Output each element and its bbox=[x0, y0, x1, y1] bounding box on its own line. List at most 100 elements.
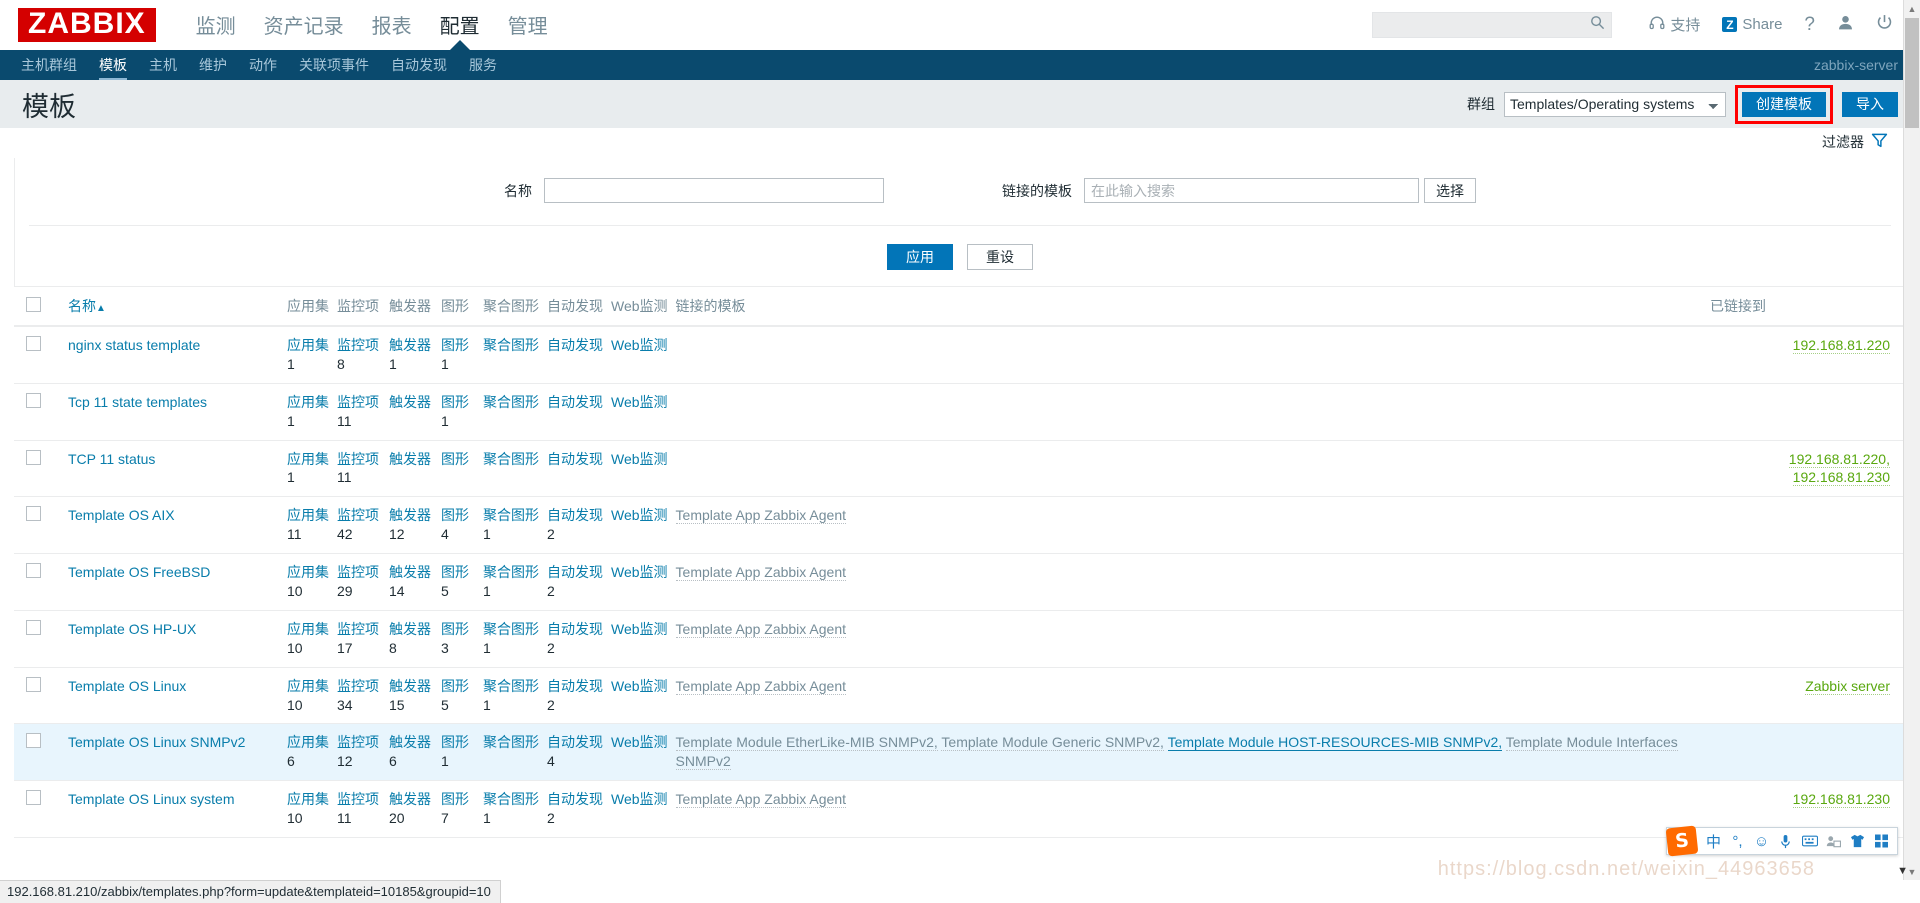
screens-link[interactable]: 聚合图形 bbox=[483, 337, 539, 353]
scroll-up-arrow-icon[interactable]: ▲ bbox=[1904, 0, 1920, 17]
subnav-item-services[interactable]: 服务 bbox=[458, 50, 508, 80]
triggers-link[interactable]: 触发器 bbox=[389, 507, 431, 523]
subnav-item-templates[interactable]: 模板 bbox=[88, 50, 138, 80]
create-template-button[interactable]: 创建模板 bbox=[1742, 91, 1826, 117]
template-name-link[interactable]: Template OS FreeBSD bbox=[68, 564, 210, 580]
items-link[interactable]: 监控项 bbox=[337, 791, 379, 807]
linked-to-host-link[interactable]: 192.168.81.220 bbox=[1792, 337, 1890, 354]
zabbix-logo[interactable]: ZABBIX bbox=[18, 7, 156, 42]
table-row[interactable]: Template OS FreeBSD 应用集 10 监控项 29 触发器 14 图形 … bbox=[14, 553, 1906, 611]
page-scrollbar[interactable]: ▲ ▼ bbox=[1903, 0, 1920, 880]
screens-link[interactable]: 聚合图形 bbox=[483, 564, 539, 580]
linked-template-link[interactable]: Template App Zabbix Agent bbox=[675, 507, 846, 525]
main-menu-item-administration[interactable]: 管理 bbox=[494, 0, 562, 50]
row-checkbox[interactable] bbox=[26, 676, 41, 692]
ime-mode-toggle[interactable]: 中 bbox=[1703, 827, 1724, 855]
apply-button[interactable]: 应用 bbox=[887, 244, 953, 270]
table-row[interactable]: Template OS HP-UX 应用集 10 监控项 17 触发器 8 图形 3 聚合… bbox=[14, 610, 1906, 668]
search-input[interactable] bbox=[1379, 15, 1591, 34]
linked-to-host-link[interactable]: 192.168.81.220, bbox=[1788, 450, 1890, 468]
linked-template-link[interactable]: Template App Zabbix Agent bbox=[675, 620, 846, 638]
main-menu-item-inventory[interactable]: 资产记录 bbox=[250, 0, 358, 50]
import-button[interactable]: 导入 bbox=[1842, 91, 1898, 117]
template-name-link[interactable]: TCP 11 status bbox=[68, 451, 155, 467]
graphs-link[interactable]: 图形 bbox=[441, 791, 469, 807]
reset-button[interactable]: 重设 bbox=[967, 244, 1033, 270]
subnav-item-actions[interactable]: 动作 bbox=[238, 50, 288, 80]
screens-link[interactable]: 聚合图形 bbox=[483, 678, 539, 694]
subnav-item-correlation[interactable]: 关联项事件 bbox=[288, 50, 380, 80]
triggers-link[interactable]: 触发器 bbox=[389, 564, 431, 580]
linked-to-host-link[interactable]: 192.168.81.230 bbox=[1792, 791, 1890, 809]
discovery-link[interactable]: 自动发现 bbox=[547, 337, 603, 353]
logout-button[interactable] bbox=[1865, 10, 1904, 40]
applications-link[interactable]: 应用集 bbox=[287, 394, 329, 410]
subnav-item-host-groups[interactable]: 主机群组 bbox=[10, 50, 88, 80]
graphs-link[interactable]: 图形 bbox=[441, 564, 469, 580]
web-link[interactable]: Web监测 bbox=[611, 621, 668, 637]
linked-to-host-link[interactable]: 192.168.81.230 bbox=[1792, 469, 1890, 487]
sogou-logo-icon[interactable]: S bbox=[1665, 825, 1699, 857]
row-checkbox[interactable] bbox=[26, 336, 41, 351]
items-link[interactable]: 监控项 bbox=[337, 507, 379, 523]
applications-link[interactable]: 应用集 bbox=[287, 564, 329, 580]
screens-link[interactable]: 聚合图形 bbox=[483, 394, 539, 410]
table-row[interactable]: Tcp 11 state templates 应用集 1 监控项 11 触发器 图形 1… bbox=[14, 383, 1906, 441]
table-row[interactable]: nginx status template 应用集 1 监控项 8 触发器 1 图形 1… bbox=[14, 326, 1906, 384]
applications-link[interactable]: 应用集 bbox=[287, 507, 329, 523]
discovery-link[interactable]: 自动发现 bbox=[547, 678, 603, 694]
user-card-icon[interactable] bbox=[1823, 827, 1844, 855]
select-all-checkbox[interactable] bbox=[26, 297, 41, 312]
graphs-link[interactable]: 图形 bbox=[441, 451, 469, 467]
table-row[interactable]: Template OS Linux system 应用集 10 监控项 11 触发器 … bbox=[14, 780, 1906, 839]
linked-template-link[interactable]: Template Module EtherLike-MIB SNMPv2, bbox=[675, 734, 938, 752]
filter-tab[interactable]: 过滤器 bbox=[1808, 128, 1898, 156]
keyboard-icon[interactable] bbox=[1799, 827, 1820, 855]
web-link[interactable]: Web监测 bbox=[611, 564, 668, 580]
web-link[interactable]: Web监测 bbox=[611, 791, 668, 807]
discovery-link[interactable]: 自动发现 bbox=[547, 394, 603, 410]
discovery-link[interactable]: 自动发现 bbox=[547, 564, 603, 580]
triggers-link[interactable]: 触发器 bbox=[389, 337, 431, 353]
main-menu-item-configuration[interactable]: 配置 bbox=[426, 0, 494, 51]
items-link[interactable]: 监控项 bbox=[337, 734, 379, 750]
triggers-link[interactable]: 触发器 bbox=[389, 791, 431, 807]
linked-to-host-link[interactable]: Zabbix server bbox=[1805, 677, 1890, 695]
items-link[interactable]: 监控项 bbox=[337, 451, 379, 467]
items-link[interactable]: 监控项 bbox=[337, 394, 379, 410]
share-button[interactable]: Z Share bbox=[1711, 10, 1793, 40]
smiley-icon[interactable]: ☺ bbox=[1751, 827, 1772, 855]
group-select[interactable]: Templates/Operating systems bbox=[1504, 91, 1726, 117]
template-name-link[interactable]: Template OS AIX bbox=[68, 507, 175, 523]
row-checkbox[interactable] bbox=[26, 563, 41, 579]
screens-link[interactable]: 聚合图形 bbox=[483, 451, 539, 467]
table-row[interactable]: TCP 11 status 应用集 1 监控项 11 触发器 图形 聚合图形 自动发现 Web… bbox=[14, 440, 1906, 498]
toolbox-icon[interactable] bbox=[1871, 827, 1892, 855]
template-name-link[interactable]: Template OS Linux system bbox=[68, 791, 235, 807]
applications-link[interactable]: 应用集 bbox=[287, 621, 329, 637]
table-row[interactable]: Template OS AIX 应用集 11 监控项 42 触发器 12 图形 4 聚合图… bbox=[14, 496, 1906, 555]
graphs-link[interactable]: 图形 bbox=[441, 678, 469, 694]
screens-link[interactable]: 聚合图形 bbox=[483, 621, 539, 637]
screens-link[interactable]: 聚合图形 bbox=[483, 791, 539, 807]
screens-link[interactable]: 聚合图形 bbox=[483, 507, 539, 523]
triggers-link[interactable]: 触发器 bbox=[389, 451, 431, 467]
subnav-item-maintenance[interactable]: 维护 bbox=[188, 50, 238, 80]
template-name-link[interactable]: Template OS HP-UX bbox=[68, 621, 196, 637]
web-link[interactable]: Web监测 bbox=[611, 394, 668, 410]
graphs-link[interactable]: 图形 bbox=[441, 734, 469, 750]
web-link[interactable]: Web监测 bbox=[611, 337, 668, 353]
template-name-link[interactable]: nginx status template bbox=[68, 337, 200, 353]
triggers-link[interactable]: 触发器 bbox=[389, 394, 431, 410]
applications-link[interactable]: 应用集 bbox=[287, 678, 329, 694]
applications-link[interactable]: 应用集 bbox=[287, 451, 329, 467]
table-row[interactable]: Template OS Linux 应用集 10 监控项 34 触发器 15 图形 5聚… bbox=[14, 667, 1906, 725]
linked-template-link[interactable]: Template Module HOST-RESOURCES-MIB SNMPv… bbox=[1167, 734, 1503, 752]
table-row[interactable]: Template OS Linux SNMPv2 应用集 6 监控项 12 触发器 6… bbox=[14, 723, 1906, 782]
applications-link[interactable]: 应用集 bbox=[287, 337, 329, 353]
linked-template-link[interactable]: Template App Zabbix Agent bbox=[675, 677, 846, 695]
applications-link[interactable]: 应用集 bbox=[287, 734, 329, 750]
items-link[interactable]: 监控项 bbox=[337, 564, 379, 580]
discovery-link[interactable]: 自动发现 bbox=[547, 451, 603, 467]
row-checkbox[interactable] bbox=[26, 733, 41, 749]
